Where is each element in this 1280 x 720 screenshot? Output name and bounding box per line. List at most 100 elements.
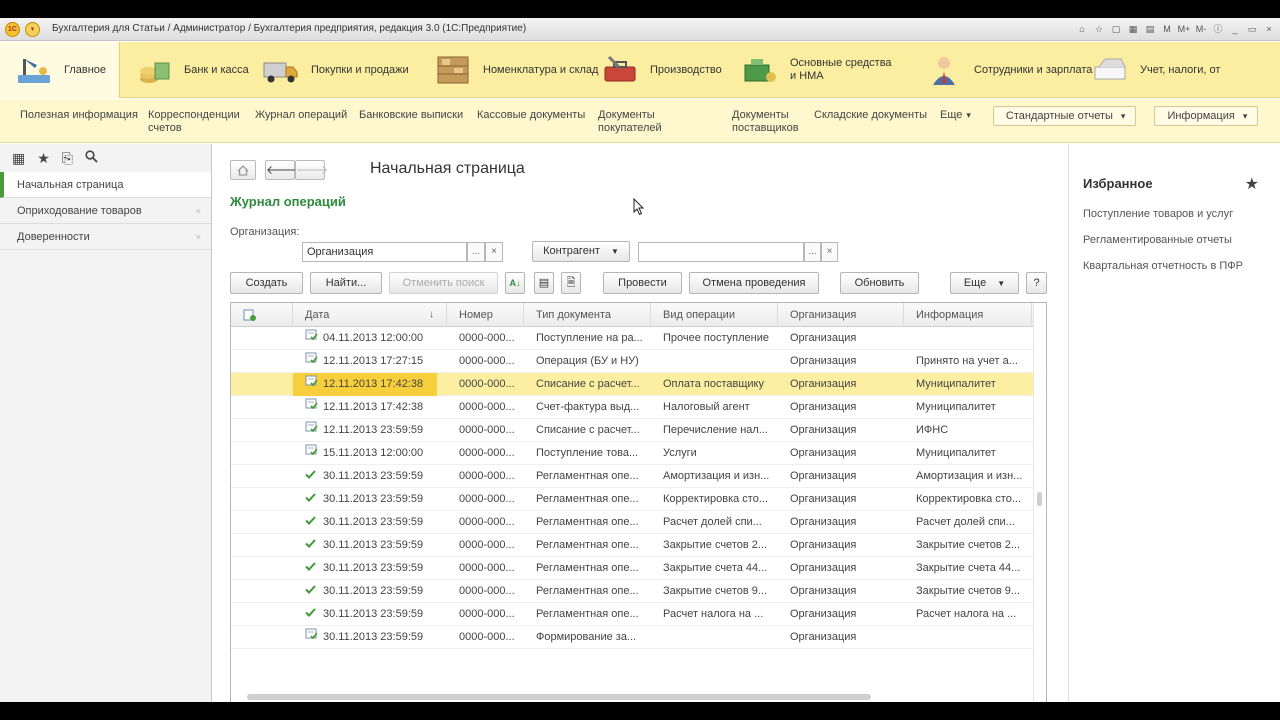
list-view-button[interactable]: ▤ [534, 272, 554, 294]
column-header[interactable]: Дата ↓ [293, 303, 447, 327]
favorites-star-icon[interactable]: ★ [1245, 174, 1259, 194]
help-button[interactable]: ? [1026, 272, 1047, 294]
table-row[interactable]: 30.11.2013 23:59:59 0000-000... Регламентн… [231, 488, 1034, 511]
back-button[interactable]: 🡐 [265, 160, 298, 180]
m-plus-icon[interactable]: M+ [1177, 21, 1191, 37]
section-employee[interactable]: Сотрудники и зарплата [910, 42, 1092, 98]
minimize-icon[interactable]: _ [1228, 21, 1242, 37]
nav-link[interactable]: Кассовые документы [468, 109, 589, 122]
sections-grid-icon[interactable]: ▦ [12, 150, 25, 167]
cell-doc-type: Списание с расчет... [536, 378, 640, 390]
open-window-item[interactable]: Доверенности × [0, 224, 211, 250]
nav-link[interactable]: Документы поставщиков [723, 109, 805, 135]
app-dropdown-icon[interactable]: ▾ [25, 22, 40, 37]
cell-org: Организация [790, 447, 857, 459]
column-header[interactable]: Информация [904, 303, 1032, 327]
section-bank-cash[interactable]: Банк и касса [120, 42, 249, 98]
nav-link[interactable]: Журнал операций [246, 109, 350, 122]
table-row[interactable]: 12.11.2013 17:27:15 0000-000... Операция (… [231, 350, 1034, 373]
vertical-scrollbar[interactable] [1033, 303, 1046, 702]
table-row[interactable]: 30.11.2013 23:59:59 0000-000... Регламентн… [231, 534, 1034, 557]
nav-link[interactable]: Полезная информация [11, 109, 139, 122]
organization-select-button[interactable]: ... [467, 242, 485, 262]
column-header[interactable]: Организация [778, 303, 904, 327]
create-button[interactable]: Создать [230, 272, 303, 294]
organization-field[interactable]: Организация [302, 242, 467, 262]
close-icon[interactable]: × [196, 198, 201, 224]
unpost-button[interactable]: Отмена проведения [689, 272, 819, 294]
document-icon [305, 375, 318, 390]
favorites-star-icon[interactable]: ★ [37, 150, 50, 167]
table-row[interactable]: 30.11.2013 23:59:59 0000-000... Регламентн… [231, 465, 1034, 488]
calculator-icon[interactable]: ▦ [1126, 21, 1140, 37]
home-button[interactable] [230, 160, 256, 180]
open-window-item[interactable]: Начальная страница [0, 172, 211, 198]
close-icon[interactable]: × [196, 224, 201, 250]
nav-link[interactable]: Корреспонденции счетов [139, 109, 246, 135]
section-accounting[interactable]: Учет, налоги, от [1076, 42, 1280, 98]
sort-az-button[interactable]: A↓ [505, 272, 525, 294]
column-header[interactable]: Тип документа [524, 303, 651, 327]
history-icon[interactable]: ⎘ [62, 150, 73, 167]
table-row[interactable]: 30.11.2013 23:59:59 0000-000... Регламентн… [231, 580, 1034, 603]
contractor-field[interactable] [638, 242, 804, 262]
info-icon[interactable]: ⓘ [1211, 21, 1225, 37]
table-row[interactable]: 30.11.2013 23:59:59 0000-000... Регламентн… [231, 557, 1034, 580]
section-truck[interactable]: Покупки и продажи [247, 42, 419, 98]
table-row[interactable]: 30.11.2013 23:59:59 0000-000... Регламентн… [231, 603, 1034, 626]
m-memory-icon[interactable]: M [1160, 21, 1174, 37]
calendar-icon[interactable]: ▤ [1143, 21, 1157, 37]
employee-icon [924, 52, 964, 88]
refresh-button[interactable]: Обновить [840, 272, 919, 294]
copy-icon[interactable]: ▢ [1109, 21, 1123, 37]
contractor-filter-dropdown[interactable]: Контрагент ▼ [532, 241, 630, 262]
contractor-clear-button[interactable]: × [821, 242, 838, 262]
star-icon[interactable]: ☆ [1092, 21, 1106, 37]
m-minus-icon[interactable]: M- [1194, 21, 1208, 37]
section-assets[interactable]: Основные средства и НМА [726, 42, 910, 98]
contractor-select-button[interactable]: ... [804, 242, 821, 262]
column-header[interactable]: Вид операции [651, 303, 778, 327]
section-warehouse[interactable]: Номенклатура и склад [419, 42, 598, 98]
favorite-link[interactable]: Регламентированные отчеты [1083, 234, 1232, 246]
posted-check-icon [305, 470, 316, 482]
cancel-search-button[interactable]: Отменить поиск [389, 272, 498, 294]
organization-clear-button[interactable]: × [485, 242, 503, 262]
vertical-scroll-thumb[interactable] [1037, 492, 1042, 506]
table-row[interactable]: 04.11.2013 12:00:00 0000-000... Поступлени… [231, 327, 1034, 350]
cell-doc-type: Формирование за... [536, 631, 637, 643]
favorite-link[interactable]: Поступление товаров и услуг [1083, 208, 1233, 220]
table-row[interactable]: 12.11.2013 23:59:59 0000-000... Списание с… [231, 419, 1034, 442]
favorite-link[interactable]: Квартальная отчетность в ПФР [1083, 260, 1243, 272]
command-dropdown-button[interactable]: Информация ▾ [1154, 106, 1259, 126]
column-header[interactable]: Номер [447, 303, 524, 327]
nav-link[interactable]: Еще [931, 109, 966, 122]
nav-link[interactable]: Складские документы [805, 109, 931, 122]
table-row[interactable]: 12.11.2013 17:42:38 0000-000... Списание с… [231, 373, 1034, 396]
cell-org: Организация [790, 378, 857, 390]
section-toolbox[interactable]: Производство [586, 42, 726, 98]
forward-button[interactable]: 🡒 [295, 160, 328, 180]
table-row[interactable]: 12.11.2013 17:42:38 0000-000... Счет-факту… [231, 396, 1034, 419]
nav-link[interactable]: Документы покупателей [589, 109, 723, 135]
nav-link[interactable]: Банковские выписки [350, 109, 468, 122]
table-row[interactable]: 30.11.2013 23:59:59 0000-000... Регламентн… [231, 511, 1034, 534]
horizontal-scroll-thumb[interactable] [247, 694, 871, 700]
close-icon[interactable]: × [1262, 21, 1276, 37]
home-icon[interactable]: ⌂ [1075, 21, 1089, 37]
restore-icon[interactable]: ▭ [1245, 21, 1259, 37]
section-main-desk[interactable]: Главное [0, 42, 120, 98]
command-dropdown-button[interactable]: Стандартные отчеты ▾ [992, 106, 1137, 126]
open-window-item[interactable]: Оприходование товаров × [0, 198, 211, 224]
post-button[interactable]: Провести [603, 272, 682, 294]
section-label: Главное [64, 63, 107, 76]
copy-document-button[interactable]: 🗎 [561, 272, 581, 294]
table-row[interactable]: 15.11.2013 12:00:00 0000-000... Поступлени… [231, 442, 1034, 465]
column-header[interactable] [231, 303, 293, 327]
journal-title[interactable]: Журнал операций [230, 194, 346, 209]
find-button[interactable]: Найти... [310, 272, 382, 294]
more-button[interactable]: Еще ▼ [950, 272, 1019, 294]
table-row[interactable]: 30.11.2013 23:59:59 0000-000... Формирован… [231, 626, 1034, 649]
search-icon[interactable] [85, 150, 98, 166]
app-menu-icon[interactable]: 1С [5, 22, 20, 37]
